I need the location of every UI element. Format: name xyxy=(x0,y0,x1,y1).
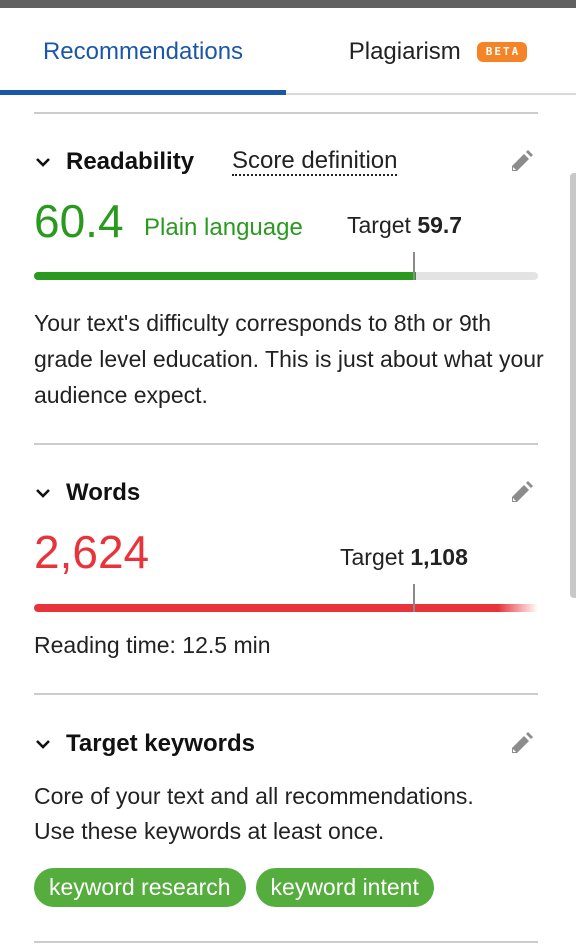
window-top-bar xyxy=(0,0,576,8)
words-progress-fill xyxy=(34,604,538,612)
scrollbar-thumb[interactable] xyxy=(570,173,576,598)
keyword-pill[interactable]: keyword research xyxy=(34,868,246,907)
readability-title: Readability xyxy=(66,148,195,175)
tab-bar: Recommendations Plagiarism BETA xyxy=(0,8,576,96)
target-keywords-description-line1: Core of your text and all recommendation… xyxy=(34,783,474,809)
active-tab-indicator xyxy=(0,90,286,95)
words-target-value: 1,108 xyxy=(410,544,468,570)
words-progress-bar xyxy=(34,584,538,612)
readability-score: 60.4 xyxy=(34,195,124,247)
readability-progress-bar xyxy=(34,252,538,280)
target-keywords-description-line2: Use these keywords at least once. xyxy=(34,818,385,844)
score-definition-link[interactable]: Score definition xyxy=(232,148,398,176)
beta-badge: BETA xyxy=(476,42,528,62)
words-target: Target 1,108 xyxy=(340,544,468,571)
readability-progress-fill xyxy=(34,272,416,280)
keyword-pill[interactable]: keyword intent xyxy=(255,868,434,907)
section-divider xyxy=(34,941,538,943)
readability-target-value: 59.7 xyxy=(417,212,463,238)
tab-bar-divider xyxy=(286,93,576,95)
tab-recommendations[interactable]: Recommendations xyxy=(0,8,286,96)
chevron-down-icon[interactable] xyxy=(34,153,52,171)
readability-description: Your text's difficulty corresponds to 8t… xyxy=(34,310,544,408)
words-title: Words xyxy=(66,479,141,506)
readability-score-label: Plain language xyxy=(144,214,303,241)
chevron-down-icon[interactable] xyxy=(34,484,52,502)
keyword-pill-list: keyword research keyword intent xyxy=(34,868,434,907)
section-divider xyxy=(34,443,538,445)
readability-target-label: Target xyxy=(347,212,411,238)
reading-time: Reading time: 12.5 min xyxy=(34,632,271,658)
section-divider xyxy=(34,693,538,695)
pencil-icon[interactable] xyxy=(508,480,534,506)
tab-plagiarism[interactable]: Plagiarism BETA xyxy=(286,8,576,96)
readability-header: Readability Score definition xyxy=(34,147,538,177)
target-keywords-header: Target keywords xyxy=(34,729,538,759)
tab-plagiarism-label: Plagiarism xyxy=(348,38,461,65)
words-target-label: Target xyxy=(340,544,404,570)
readability-target-marker xyxy=(413,252,415,280)
pencil-icon[interactable] xyxy=(508,731,534,757)
target-keywords-title: Target keywords xyxy=(66,730,255,757)
readability-target: Target 59.7 xyxy=(347,212,462,239)
words-header: Words xyxy=(34,478,538,508)
chevron-down-icon[interactable] xyxy=(34,735,52,753)
section-divider xyxy=(34,112,538,114)
pencil-icon[interactable] xyxy=(508,149,534,175)
tab-recommendations-label: Recommendations xyxy=(42,38,244,65)
words-target-marker xyxy=(413,584,415,612)
word-count: 2,624 xyxy=(34,526,150,578)
